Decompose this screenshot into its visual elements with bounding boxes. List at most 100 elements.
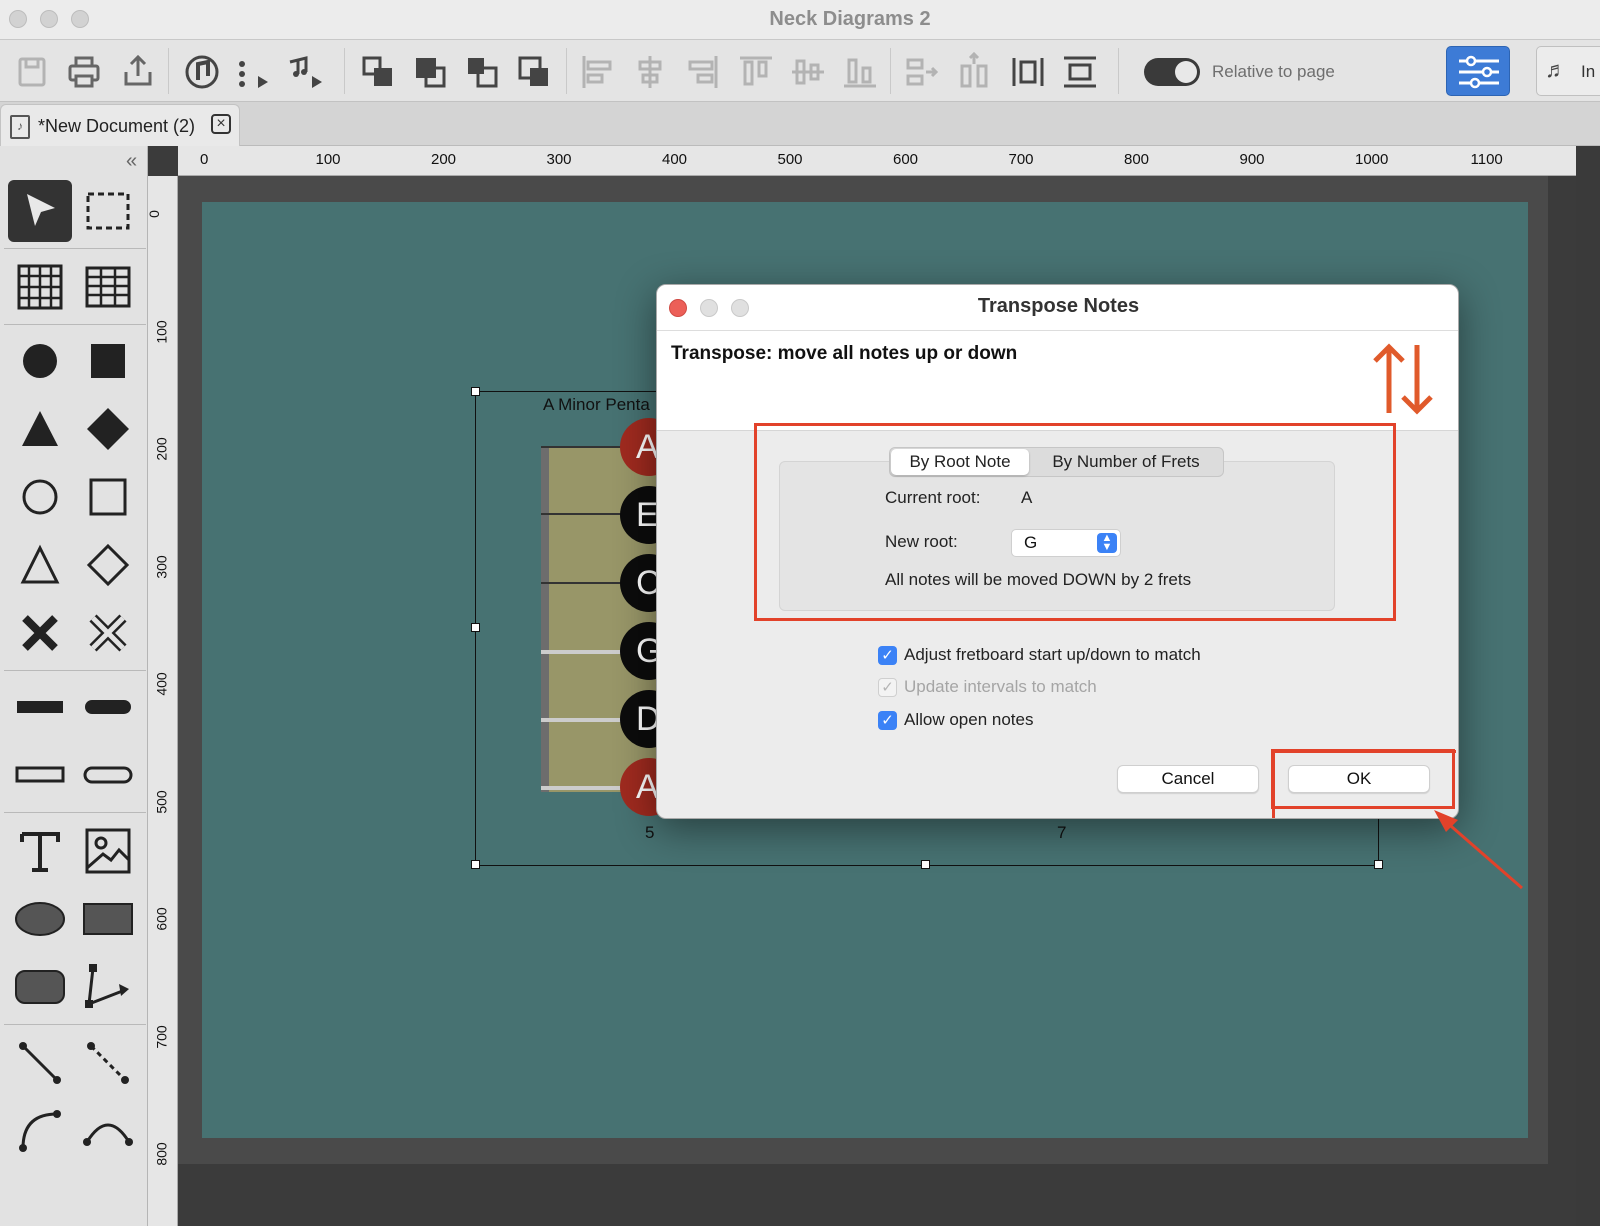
filled-pill-tool[interactable]	[76, 676, 140, 738]
transpose-dialog: Transpose Notes Transpose: move all note…	[656, 284, 1459, 819]
align-top-icon[interactable]	[734, 50, 778, 94]
ruler-tick-label: 1100	[1470, 151, 1503, 168]
instruments-button[interactable]: ♬ In	[1536, 46, 1600, 96]
filled-diamond-tool[interactable]	[76, 398, 140, 460]
resize-handle[interactable]	[471, 623, 480, 632]
allow-open-notes-label: Allow open notes	[904, 710, 1034, 729]
ruler-tick-label: 400	[153, 672, 170, 696]
distribute-v-icon[interactable]	[952, 50, 996, 94]
resize-handle[interactable]	[921, 860, 930, 869]
fret-number-label: 7	[1057, 823, 1067, 842]
ruler-tick-label: 500	[153, 789, 170, 814]
adjust-fretboard-checkbox[interactable]: ✓	[878, 646, 897, 665]
ruler-tick-label: 200	[153, 437, 170, 461]
ellipse-tool[interactable]	[8, 888, 72, 950]
instruments-icon: ♬	[1545, 57, 1567, 82]
align-center-icon[interactable]	[628, 50, 672, 94]
ruler-tick-label: 300	[546, 151, 572, 168]
fit-width-icon[interactable]	[1006, 50, 1050, 94]
scale-icon[interactable]	[232, 50, 276, 94]
window-titlebar: Neck Diagrams 2	[0, 0, 1600, 40]
connector-tool[interactable]	[76, 956, 140, 1018]
circle-tool[interactable]	[8, 466, 72, 528]
text-tool[interactable]	[8, 820, 72, 882]
filled-bar-tool[interactable]	[8, 676, 72, 738]
bar-tool[interactable]	[8, 744, 72, 806]
main-toolbar: Relative to page ♬ In	[0, 40, 1600, 102]
dashed-line-tool[interactable]	[76, 1032, 140, 1094]
horizontal-ruler: 0 100 200 300 400 500 600 700 800 900 1000 1100	[178, 146, 1588, 176]
send-backward-icon[interactable]	[460, 50, 504, 94]
adjust-fretboard-label: Adjust fretboard start up/down to match	[904, 645, 1201, 664]
document-tabbar: ♪ *New Document (2) ×	[0, 102, 1600, 146]
ruler-tick-label: 200	[431, 151, 457, 168]
curve-tool[interactable]	[76, 1100, 140, 1162]
document-tab-label: *New Document (2)	[38, 116, 196, 136]
pill-tool[interactable]	[76, 744, 140, 806]
resize-handle[interactable]	[471, 387, 480, 396]
vertical-scrollbar[interactable]	[1576, 146, 1600, 1226]
align-middle-icon[interactable]	[786, 50, 830, 94]
filled-circle-tool[interactable]	[8, 330, 72, 392]
ruler-tick-label: 100	[315, 151, 341, 168]
inspector-icon	[1459, 55, 1499, 89]
cancel-button[interactable]: Cancel	[1117, 765, 1259, 793]
rectangle-tool[interactable]	[76, 888, 140, 950]
dialog-header: Transpose Notes Transpose: move all note…	[657, 285, 1458, 431]
triangle-tool[interactable]	[8, 534, 72, 596]
relative-to-page-toggle[interactable]	[1144, 58, 1200, 86]
ruler-tick-label: 300	[153, 554, 170, 579]
inspector-button[interactable]	[1446, 46, 1510, 96]
instruments-label: In	[1581, 62, 1596, 81]
chord-icon[interactable]	[284, 50, 328, 94]
update-intervals-label: Update intervals to match	[904, 677, 1097, 696]
line-tool[interactable]	[8, 1032, 72, 1094]
collapse-panel-icon[interactable]: «	[126, 150, 137, 173]
note-tool-icon[interactable]	[180, 50, 224, 94]
ruler-tick-label: 700	[1008, 151, 1034, 168]
resize-handle[interactable]	[471, 860, 480, 869]
marquee-tool[interactable]	[76, 180, 140, 242]
ruler-tick-label: 900	[1239, 151, 1265, 168]
bring-front-icon[interactable]	[408, 50, 452, 94]
select-tool[interactable]	[8, 180, 72, 242]
allow-open-notes-checkbox[interactable]: ✓	[878, 711, 897, 730]
close-tab-icon[interactable]: ×	[211, 114, 231, 134]
diagram-title: A Minor Penta	[543, 395, 650, 414]
app-title: Neck Diagrams 2	[769, 8, 931, 30]
export-icon[interactable]	[116, 50, 160, 94]
send-back-icon[interactable]	[512, 50, 556, 94]
fret-number-label: 5	[645, 823, 655, 842]
align-bottom-icon[interactable]	[838, 50, 882, 94]
bring-forward-icon[interactable]	[356, 50, 400, 94]
tool-panel: «	[0, 146, 148, 1226]
distribute-h-icon[interactable]	[900, 50, 944, 94]
filled-square-tool[interactable]	[76, 330, 140, 392]
ruler-tick-label: 500	[777, 151, 803, 168]
resize-handle[interactable]	[1374, 860, 1383, 869]
ruler-tick-label: 1000	[1355, 151, 1389, 168]
fit-height-icon[interactable]	[1058, 50, 1102, 94]
ruler-tick-label: 0	[145, 210, 162, 218]
filled-triangle-tool[interactable]	[8, 398, 72, 460]
dialog-title: Transpose Notes	[977, 295, 1140, 317]
ok-highlight-box	[1271, 749, 1455, 809]
outline-x-tool[interactable]	[76, 602, 140, 664]
diamond-tool[interactable]	[76, 534, 140, 596]
align-left-icon[interactable]	[576, 50, 620, 94]
print-icon[interactable]	[62, 50, 106, 94]
ruler-tick-label: 800	[153, 1142, 170, 1166]
arc-tool[interactable]	[8, 1100, 72, 1162]
grid-tool[interactable]	[8, 256, 72, 318]
x-mark-tool[interactable]	[8, 602, 72, 664]
document-tab[interactable]: ♪ *New Document (2) ×	[0, 104, 240, 146]
save-icon[interactable]	[10, 50, 54, 94]
square-tool[interactable]	[76, 466, 140, 528]
align-right-icon[interactable]	[680, 50, 724, 94]
image-tool[interactable]	[76, 820, 140, 882]
ruler-tick-label: 800	[1124, 151, 1150, 168]
ruler-tick-label: 400	[662, 151, 688, 168]
ruler-tick-label: 600	[893, 151, 919, 168]
table-tool[interactable]	[76, 256, 140, 318]
rounded-rect-tool[interactable]	[8, 956, 72, 1018]
